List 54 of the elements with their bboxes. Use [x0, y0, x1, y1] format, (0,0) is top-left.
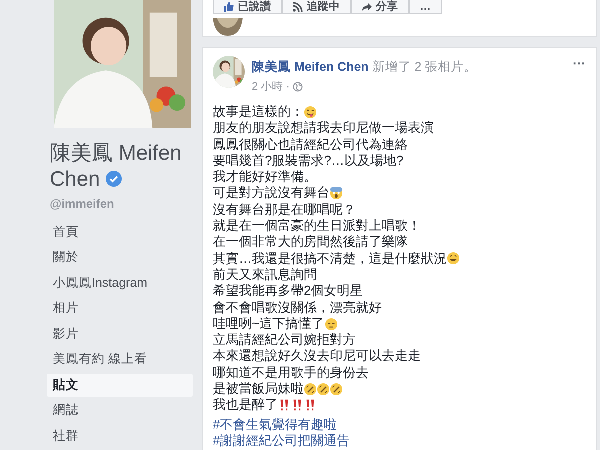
action-button[interactable]: 分享: [351, 0, 409, 14]
post-text: 就是在一個富豪的生日派對上唱歌！: [213, 218, 421, 234]
globe-icon: [292, 82, 303, 92]
post-text: 鳳鳳很關心也請經紀公司代為連絡: [213, 136, 408, 153]
post-text: 我也是醉了: [213, 397, 278, 414]
winking-face-icon: [304, 106, 317, 119]
rss-icon: [293, 2, 303, 12]
nav-item[interactable]: 相片: [47, 297, 193, 320]
post-text: 本來還想說好久沒去印尼可以去走走: [213, 348, 421, 365]
profile-name: 陳美鳳 Meifen Chen: [50, 140, 183, 192]
nav-item[interactable]: 貼文: [47, 374, 193, 397]
post-text: 我才能好好準備。: [213, 169, 317, 186]
post-text: 是被當飯局妹啦: [213, 381, 304, 398]
nav-item[interactable]: 關於: [47, 246, 193, 270]
thumbs-up-icon: [224, 2, 234, 12]
post-text: 可是對方說沒有舞台: [213, 185, 330, 202]
screaming-face-icon: [330, 187, 343, 200]
hashtag-link[interactable]: #不會生氣覺得有趣啦: [213, 416, 338, 433]
rolling-laughing-face-icon: [317, 382, 330, 396]
post-text: 其實…我還是很搞不清楚，這是什麼狀況: [213, 250, 447, 267]
author-link[interactable]: 陳美鳳 Meifen Chen: [252, 60, 369, 74]
nav-item[interactable]: 影片: [47, 322, 193, 346]
post-time: 2 小時 ·: [252, 80, 290, 94]
post-text: 前天又來訊息詢問: [213, 266, 317, 284]
rolling-laughing-face-icon: [304, 382, 317, 396]
double-exclamation-icon: [304, 398, 317, 412]
nav-item[interactable]: 社群: [47, 424, 193, 448]
hashtag-link[interactable]: #謝謝經紀公司把關通告: [213, 432, 350, 450]
post-text: 沒有舞台那是在哪唱呢？: [213, 202, 356, 218]
laughing-face-icon: [447, 252, 460, 266]
nav-item[interactable]: 小鳳鳳Instagram: [47, 272, 193, 295]
action-button[interactable]: 追蹤中: [282, 0, 351, 14]
rolling-laughing-face-icon: [330, 382, 343, 396]
post-text: 故事是這樣的：: [213, 104, 304, 120]
nav-item[interactable]: 美鳳有約 線上看: [47, 348, 193, 372]
post-text: 哪知道不是用歌手的身份去: [213, 364, 369, 382]
post-text: 希望我能再多帶2個女明星: [213, 283, 364, 300]
post-text: 哇哩咧~這下搞懂了: [213, 316, 325, 332]
double-exclamation-icon: [291, 398, 304, 412]
more-options-button[interactable]: ···: [573, 56, 586, 71]
nav-item[interactable]: 網誌: [47, 399, 193, 422]
action-button[interactable]: …: [409, 0, 442, 14]
nav-item[interactable]: 首頁: [47, 220, 193, 244]
post-text: 要唱幾首?服裝需求?…以及場地?: [213, 152, 404, 170]
profile-handle: @immeifen: [50, 196, 116, 210]
post-byline: 陳美鳳 Meifen Chen 新增了 2 張相片。: [252, 59, 478, 76]
action-button[interactable]: 已說讚: [213, 0, 282, 14]
post-text: 在一個非常大的房間然後請了樂隊: [213, 234, 408, 251]
double-exclamation-icon: [278, 398, 291, 412]
annoyed-face-icon: [324, 318, 338, 330]
post-text: 朋友的朋友說想請我去印尼做一場表演: [213, 120, 434, 137]
share-arrow-icon: [362, 2, 372, 12]
post-text: 會不會唱歌沒關係，漂亮就好: [213, 300, 382, 316]
post-text: 立馬請經紀公司婉拒對方: [213, 332, 356, 348]
